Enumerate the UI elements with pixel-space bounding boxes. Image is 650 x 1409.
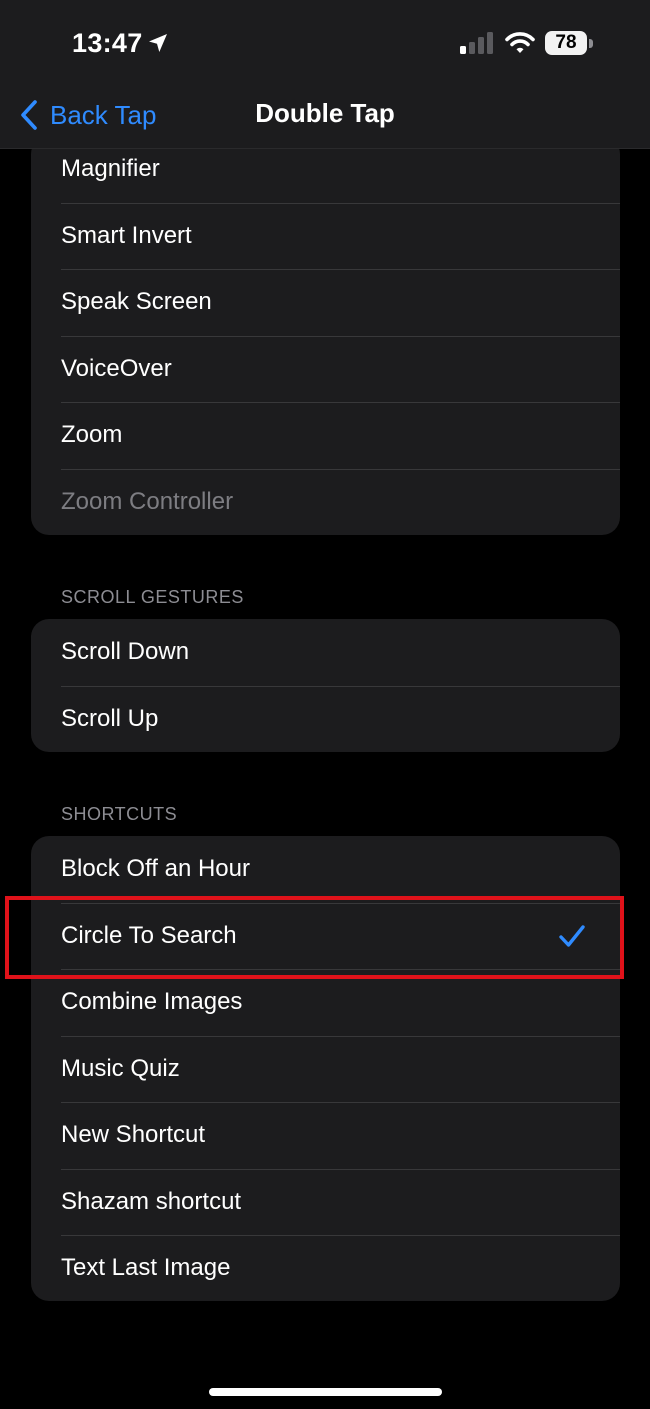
list-item-text-last-image[interactable]: Text Last Image <box>31 1235 620 1301</box>
list-item-zoom-controller[interactable]: Zoom Controller <box>31 468 620 536</box>
list-item-label: Scroll Up <box>61 704 159 732</box>
list-item-scroll-up[interactable]: Scroll Up <box>31 685 620 753</box>
list-item-scroll-down[interactable]: Scroll Down <box>31 619 620 686</box>
battery-cap <box>589 39 593 48</box>
list-item-label: Shazam shortcut <box>61 1187 242 1215</box>
list-item-label: VoiceOver <box>61 354 172 382</box>
list-item-smart-invert[interactable]: Smart Invert <box>31 202 620 270</box>
list-item-label: Magnifier <box>61 155 160 183</box>
list-item-combine-images[interactable]: Combine Images <box>31 969 620 1036</box>
section-header-shortcuts: SHORTCUTS <box>61 804 178 824</box>
list-item-new-shortcut[interactable]: New Shortcut <box>31 1102 620 1169</box>
list-item-label: Block Off an Hour <box>61 855 250 883</box>
checkmark-icon <box>559 924 585 947</box>
navigation-header: 13:47 78 Back Tap Double Tap <box>0 0 650 149</box>
scroll-gestures-group: Scroll Down Scroll Up <box>31 619 620 752</box>
section-header-scroll-gestures: SCROLL GESTURES <box>61 587 244 607</box>
page-title: Double Tap <box>255 98 395 128</box>
list-item-zoom[interactable]: Zoom <box>31 402 620 469</box>
location-arrow-icon <box>149 34 167 52</box>
cellular-signal-icon <box>460 32 493 54</box>
status-time: 13:47 <box>72 28 143 58</box>
battery-level: 78 <box>555 32 577 53</box>
list-item-shazam-shortcut[interactable]: Shazam shortcut <box>31 1168 620 1236</box>
list-item-label: Smart Invert <box>61 221 192 249</box>
list-item-label: Music Quiz <box>61 1054 180 1082</box>
wifi-icon <box>505 32 535 53</box>
accessibility-actions-group: Magnifier Smart Invert Speak Screen Voic… <box>31 136 620 535</box>
list-item-label: Zoom <box>61 421 123 449</box>
list-item-music-quiz[interactable]: Music Quiz <box>31 1035 620 1103</box>
list-item-label: Combine Images <box>61 988 243 1016</box>
list-item-label: Speak Screen <box>61 288 212 316</box>
battery-icon: 78 <box>545 31 587 55</box>
list-item-label: New Shortcut <box>61 1121 206 1149</box>
list-item-speak-screen[interactable]: Speak Screen <box>31 269 620 336</box>
list-item-voiceover[interactable]: VoiceOver <box>31 335 620 403</box>
list-item-block-off-an-hour[interactable]: Block Off an Hour <box>31 836 620 903</box>
home-indicator[interactable] <box>209 1388 442 1396</box>
list-item-circle-to-search[interactable]: Circle To Search <box>31 902 620 970</box>
list-item-label: Circle To Search <box>61 921 237 949</box>
shortcuts-group: Block Off an Hour Circle To Search Combi… <box>31 836 620 1301</box>
list-item-label: Text Last Image <box>61 1254 231 1282</box>
screen: 13:47 78 Back Tap Double Tap Magnifier S… <box>0 0 650 1409</box>
list-item-label: Zoom Controller <box>61 487 234 515</box>
list-item-label: Scroll Down <box>61 638 190 666</box>
